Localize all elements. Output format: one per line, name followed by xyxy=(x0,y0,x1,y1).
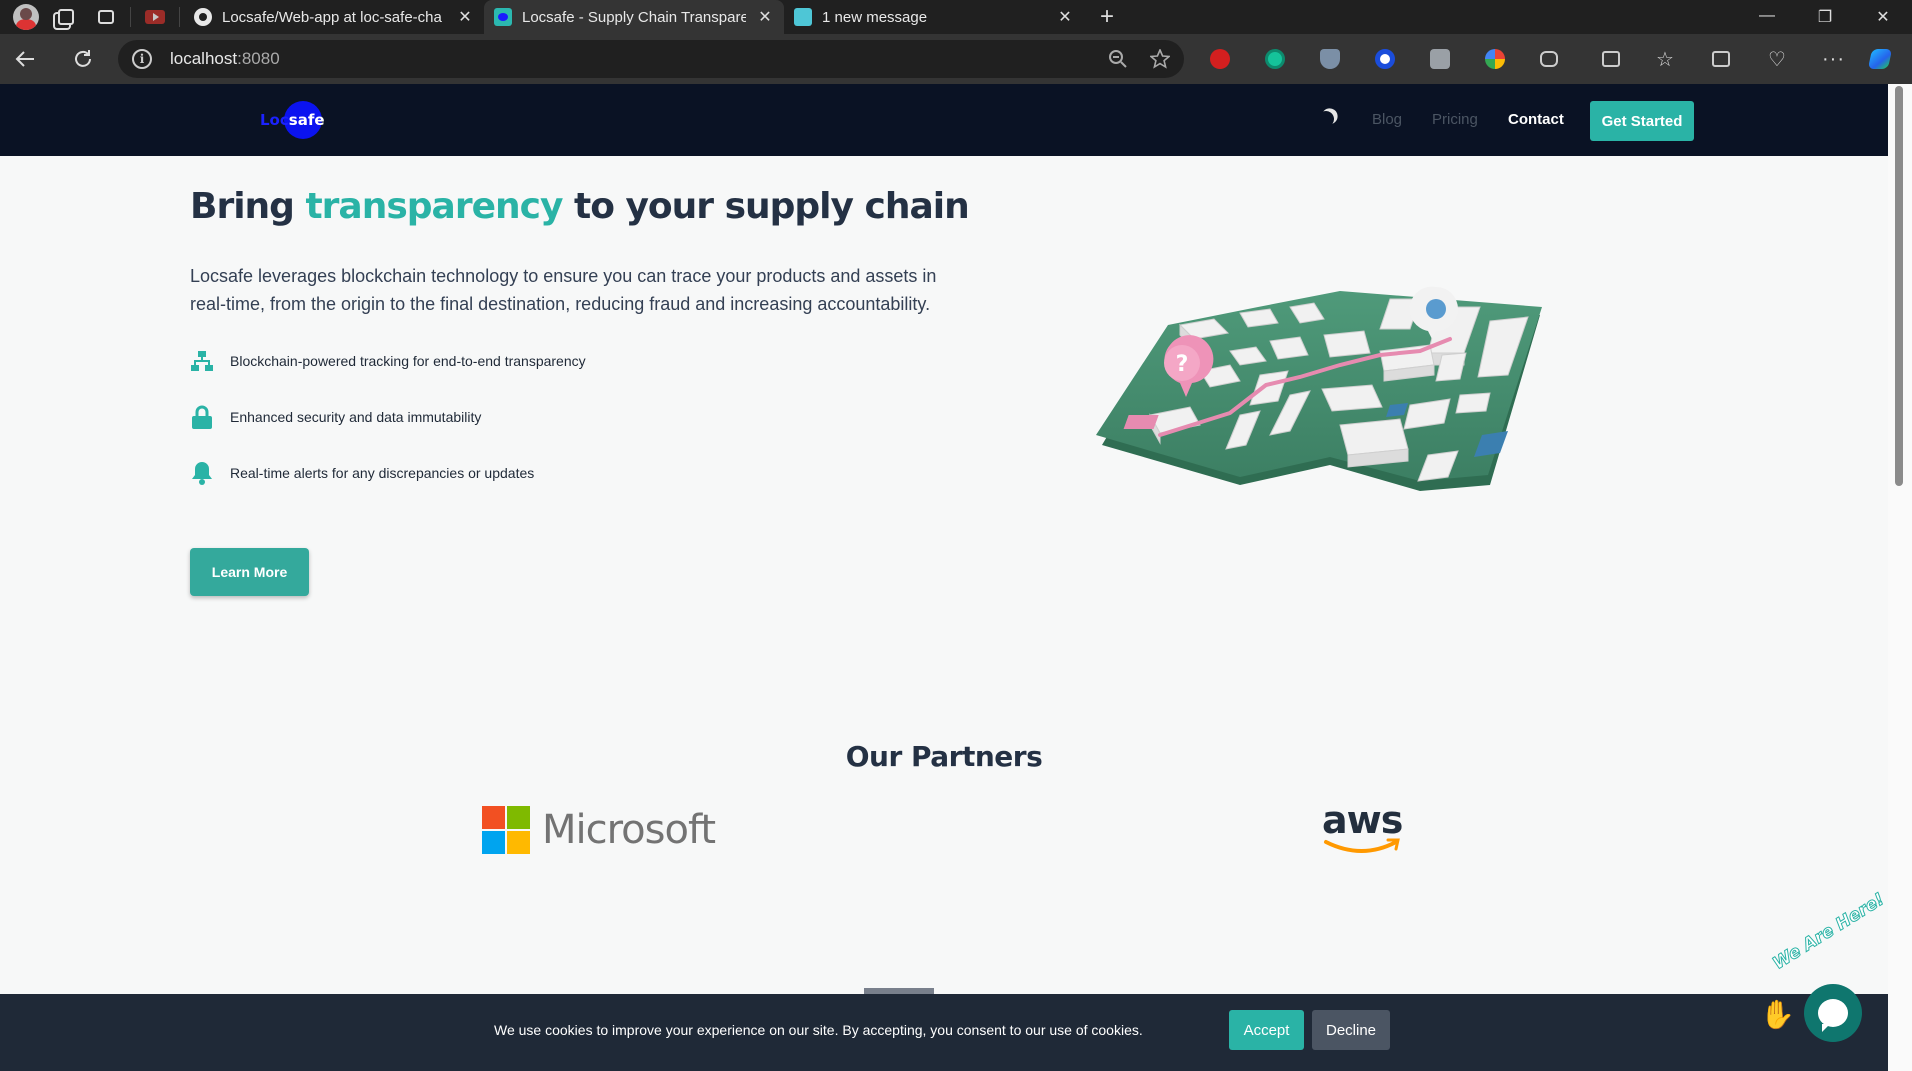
get-started-button[interactable]: Get Started xyxy=(1590,101,1694,141)
hero-title: Bring transparency to your supply chain xyxy=(190,186,970,227)
tab-locsafe[interactable]: Locsafe - Supply Chain Transparen ✕ xyxy=(484,0,784,34)
svg-text:?: ? xyxy=(1176,352,1189,377)
tab-title: Locsafe - Supply Chain Transparen xyxy=(522,8,746,26)
chat-tagline: We Are Here! xyxy=(1769,889,1889,975)
zoom-out-icon[interactable] xyxy=(1108,49,1128,69)
page-scrollbar[interactable] xyxy=(1888,84,1912,1071)
decline-cookies-button[interactable]: Decline xyxy=(1312,1010,1390,1050)
tab-github[interactable]: Locsafe/Web-app at loc-safe-cha ✕ xyxy=(184,0,484,34)
favorite-star-icon[interactable] xyxy=(1150,49,1170,69)
site-header: Locsafe Blog Pricing Contact Get Started xyxy=(0,84,1888,156)
back-arrow-icon xyxy=(15,51,34,67)
github-icon xyxy=(194,8,212,26)
back-button[interactable] xyxy=(0,34,50,84)
extension-camera-icon[interactable] xyxy=(1430,34,1450,84)
tab-title: Locsafe/Web-app at loc-safe-cha xyxy=(222,8,442,26)
scrollbar-thumb[interactable] xyxy=(1895,86,1903,486)
collections-icon[interactable] xyxy=(1712,34,1730,84)
profile-avatar-icon[interactable] xyxy=(6,0,46,34)
bell-icon xyxy=(190,461,214,485)
feature-item: Enhanced security and data immutability xyxy=(190,405,481,429)
url-text: localhost:8080 xyxy=(170,49,280,68)
chat-open-button[interactable] xyxy=(1804,984,1862,1042)
tab-actions-icon[interactable] xyxy=(86,0,126,34)
partners-title: Our Partners xyxy=(845,740,1043,773)
more-options-icon[interactable]: ··· xyxy=(1822,34,1845,84)
aws-logo: aws xyxy=(1322,798,1403,858)
tab-message[interactable]: 1 new message ✕ xyxy=(784,0,1084,34)
nav-link-pricing[interactable]: Pricing xyxy=(1432,111,1478,128)
tab-title: 1 new message xyxy=(822,8,928,26)
dark-mode-moon-icon[interactable] xyxy=(1317,110,1336,129)
chat-bubble-icon xyxy=(1818,999,1848,1032)
close-icon[interactable]: ✕ xyxy=(1056,7,1074,27)
copilot-icon[interactable] xyxy=(1867,34,1893,84)
waving-hand-icon: ✋ xyxy=(1760,999,1795,1030)
amazon-smile-icon xyxy=(1324,838,1400,853)
learn-more-button[interactable]: Learn More xyxy=(190,548,309,596)
extension-grammarly-icon[interactable] xyxy=(1265,34,1285,84)
favorites-icon[interactable]: ☆ xyxy=(1656,34,1674,84)
minimize-button[interactable]: — xyxy=(1738,7,1796,27)
extension-colorful-icon[interactable] xyxy=(1485,34,1505,84)
close-icon[interactable]: ✕ xyxy=(456,7,474,27)
cookie-message: We use cookies to improve your experienc… xyxy=(494,1022,1143,1038)
microsoft-windows-icon xyxy=(482,806,530,854)
split-screen-icon[interactable] xyxy=(1602,34,1620,84)
extensions-puzzle-icon[interactable] xyxy=(1540,34,1558,84)
feature-text: Enhanced security and data immutability xyxy=(230,409,482,425)
accept-cookies-button[interactable]: Accept xyxy=(1229,1010,1304,1050)
feature-item: Real-time alerts for any discrepancies o… xyxy=(190,461,534,485)
new-tab-button[interactable]: + xyxy=(1090,3,1124,31)
nav-link-contact[interactable]: Contact xyxy=(1508,111,1564,128)
cookie-consent-bar: We use cookies to improve your experienc… xyxy=(0,994,1888,1071)
close-icon[interactable]: ✕ xyxy=(756,7,774,27)
browser-tab-bar: Locsafe/Web-app at loc-safe-cha ✕ Locsaf… xyxy=(0,0,1912,34)
address-bar[interactable]: i localhost:8080 xyxy=(118,40,1184,78)
workspaces-icon[interactable] xyxy=(46,0,86,34)
chat-widget[interactable]: We Are Here! ✋ xyxy=(1760,889,1889,1050)
locsafe-icon xyxy=(494,8,512,26)
network-icon xyxy=(190,349,214,373)
browser-essentials-icon[interactable]: ♡ xyxy=(1768,34,1786,84)
site-info-icon[interactable]: i xyxy=(132,49,152,69)
feature-item: Blockchain-powered tracking for end-to-e… xyxy=(190,349,586,373)
partner-name: aws xyxy=(1322,798,1403,842)
locsafe-logo[interactable]: Locsafe xyxy=(260,100,325,140)
reload-button[interactable] xyxy=(58,34,108,84)
feature-text: Real-time alerts for any discrepancies o… xyxy=(230,465,535,481)
hero-subtitle: Locsafe leverages blockchain technology … xyxy=(190,266,937,314)
browser-toolbar: i localhost:8080 ☆ ♡ ··· xyxy=(0,34,1912,84)
restore-button[interactable]: ❐ xyxy=(1796,7,1854,27)
extension-adblock-icon[interactable] xyxy=(1210,34,1230,84)
extension-circle-icon[interactable] xyxy=(1375,34,1395,84)
feature-text: Blockchain-powered tracking for end-to-e… xyxy=(230,353,586,369)
reload-icon xyxy=(75,50,91,67)
youtube-pinned-tab-icon[interactable] xyxy=(135,0,175,34)
lock-icon xyxy=(190,405,214,429)
supply-chain-map-illustration: ? xyxy=(1090,285,1550,505)
extension-shield-icon[interactable] xyxy=(1320,34,1340,84)
partner-name: Microsoft xyxy=(542,807,716,853)
message-icon xyxy=(794,8,812,26)
nav-link-blog[interactable]: Blog xyxy=(1372,111,1402,128)
microsoft-logo: Microsoft xyxy=(482,806,716,854)
window-close-button[interactable]: ✕ xyxy=(1854,7,1912,27)
